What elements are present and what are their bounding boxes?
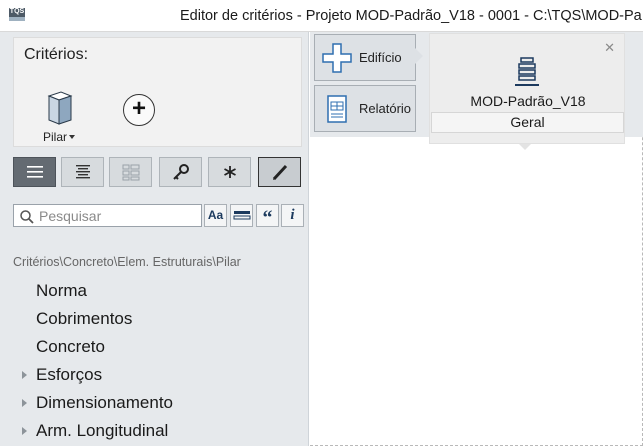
grid-view-button[interactable] [109, 157, 152, 187]
edificio-label: Edifício [359, 50, 402, 65]
title-bar: TQS Editor de critérios - Projeto MOD-Pa… [0, 0, 643, 32]
tree-item-concreto[interactable]: Concreto [36, 337, 105, 365]
expand-arrow-icon[interactable] [22, 427, 27, 435]
tree-item-dimensionamento[interactable]: Dimensionamento [36, 393, 173, 421]
asterisk-button[interactable] [208, 157, 251, 187]
pilar-label: Pilar [43, 130, 68, 144]
project-name: MOD-Padrão_V18 [470, 93, 586, 109]
info-button[interactable]: i [281, 204, 304, 227]
editor-canvas: Edifício Relatório ✕ MOD-Padrão_V18 Gera… [310, 32, 643, 446]
window-title: Editor de critérios - Projeto MOD-Padrão… [180, 8, 642, 24]
add-criterio-button[interactable]: + [123, 94, 155, 126]
selected-arrow-icon [414, 47, 423, 65]
building-icon [515, 57, 539, 86]
relatorio-label: Relatório [359, 101, 412, 116]
edificio-button[interactable]: Edifício [314, 34, 416, 81]
whole-word-icon [233, 211, 250, 220]
match-whole-button[interactable] [230, 204, 253, 227]
expand-arrow-icon[interactable] [22, 371, 27, 379]
geral-button[interactable]: Geral [431, 112, 624, 133]
match-case-button[interactable]: Aa [204, 204, 227, 227]
key-icon [173, 164, 189, 180]
report-icon [327, 95, 347, 123]
pilar-dropdown-button[interactable]: Pilar [39, 86, 79, 144]
breadcrumb: Critérios\Concreto\Elem. Estruturais\Pil… [13, 255, 241, 269]
criterios-title: Critérios: [24, 46, 89, 63]
tree-item-esforcos[interactable]: Esforços [36, 365, 102, 393]
close-icon[interactable]: ✕ [604, 40, 615, 56]
relatorio-button[interactable]: Relatório [314, 85, 416, 132]
criterios-box: Critérios: Pilar + [13, 37, 302, 147]
left-panel: Critérios: Pilar + Pesquisar Aa “ i Crit… [0, 32, 309, 446]
align-view-button[interactable] [61, 157, 104, 187]
edit-button[interactable] [258, 157, 301, 187]
list-view-icon [27, 166, 43, 178]
tree-item-norma[interactable]: Norma [36, 281, 87, 309]
asterisk-icon [224, 166, 236, 178]
app-logo-icon: TQS [9, 8, 25, 21]
search-input[interactable] [39, 207, 199, 224]
key-button[interactable] [159, 157, 202, 187]
list-view-button[interactable] [13, 157, 56, 187]
match-case-label: Aa [207, 208, 224, 222]
grid-view-icon [122, 164, 140, 181]
tree-item-cobrimentos[interactable]: Cobrimentos [36, 309, 132, 337]
popup-pointer [519, 144, 531, 150]
quote-button[interactable]: “ [256, 204, 279, 229]
info-icon: i [290, 207, 295, 223]
chevron-down-icon [69, 135, 75, 139]
search-icon [20, 210, 34, 224]
view-toolbar [13, 157, 303, 187]
add-building-icon [322, 43, 352, 73]
expand-arrow-icon[interactable] [22, 399, 27, 407]
plus-icon: + [131, 95, 146, 122]
align-center-icon [76, 165, 90, 179]
pilar-cube-icon [47, 91, 73, 125]
tree-item-arm-longitudinal[interactable]: Arm. Longitudinal [36, 421, 168, 446]
search-field[interactable] [13, 204, 202, 227]
project-popup: ✕ MOD-Padrão_V18 Geral [429, 33, 625, 144]
pencil-icon [272, 164, 288, 181]
quote-icon: “ [262, 207, 273, 229]
